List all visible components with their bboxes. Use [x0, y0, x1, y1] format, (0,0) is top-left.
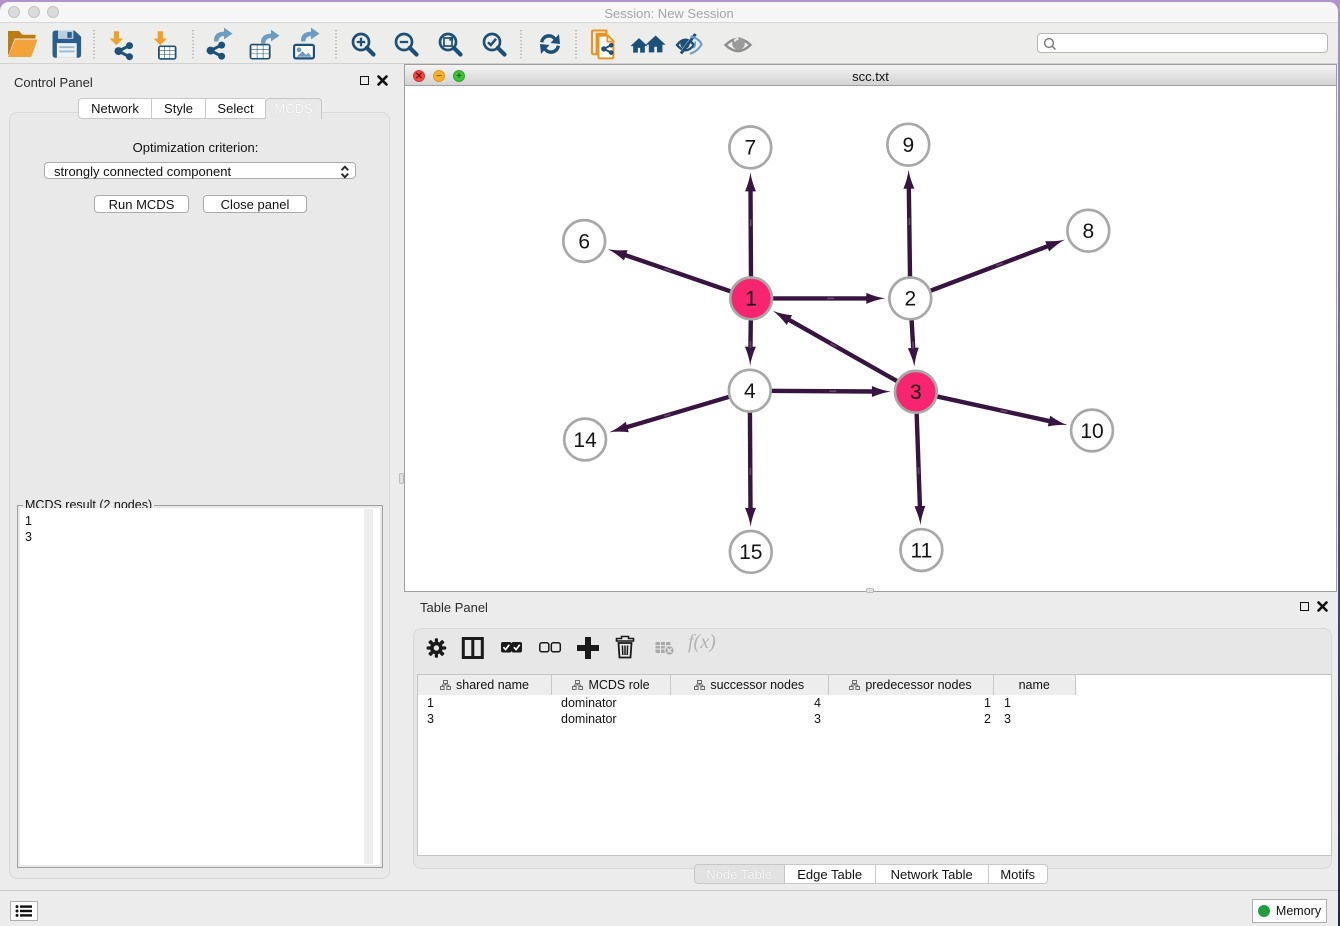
svg-text:2: 2: [904, 287, 916, 310]
svg-text:10: 10: [1080, 420, 1103, 443]
svg-text:14: 14: [573, 429, 597, 452]
svg-text:11: 11: [910, 539, 932, 562]
svg-text:6: 6: [578, 230, 590, 253]
svg-text:15: 15: [739, 541, 762, 564]
svg-text:1: 1: [745, 287, 757, 310]
svg-text:3: 3: [910, 381, 922, 404]
svg-text:8: 8: [1082, 220, 1094, 243]
svg-text:7: 7: [744, 136, 756, 159]
svg-text:9: 9: [902, 134, 914, 157]
svg-text:4: 4: [744, 380, 756, 403]
